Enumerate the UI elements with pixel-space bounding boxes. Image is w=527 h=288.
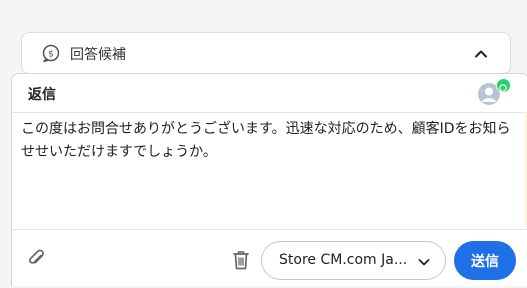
trash-icon[interactable] — [231, 249, 251, 271]
suggestions-panel[interactable]: $ 回答候補 — [21, 32, 511, 74]
whatsapp-icon — [496, 78, 511, 93]
send-button[interactable]: 送信 — [454, 241, 516, 280]
paperclip-icon[interactable] — [26, 248, 48, 270]
message-text[interactable]: この度はお問合せありがとうございます。迅速な対応のため、顧客IDをお知らせせいた… — [21, 118, 521, 164]
reply-footer: Store CM.com Ja... 送信 — [12, 229, 527, 288]
reply-panel: 返信 この度はお問合せありがとうございます。迅速な対応のため、顧客IDをお知らせ… — [11, 73, 527, 286]
chevron-up-icon[interactable] — [472, 45, 490, 63]
store-select[interactable]: Store CM.com Ja... — [261, 241, 446, 280]
store-select-value: Store CM.com Ja... — [279, 252, 408, 268]
suggestions-title: 回答候補 — [70, 47, 126, 63]
chevron-down-icon — [417, 254, 431, 268]
dollar-chat-icon: $ — [41, 43, 61, 63]
svg-text:$: $ — [48, 50, 54, 60]
reply-header: 返信 — [12, 74, 527, 113]
message-input[interactable]: この度はお問合せありがとうございます。迅速な対応のため、顧客IDをお知らせせいた… — [12, 112, 527, 228]
reply-title: 返信 — [28, 87, 56, 103]
